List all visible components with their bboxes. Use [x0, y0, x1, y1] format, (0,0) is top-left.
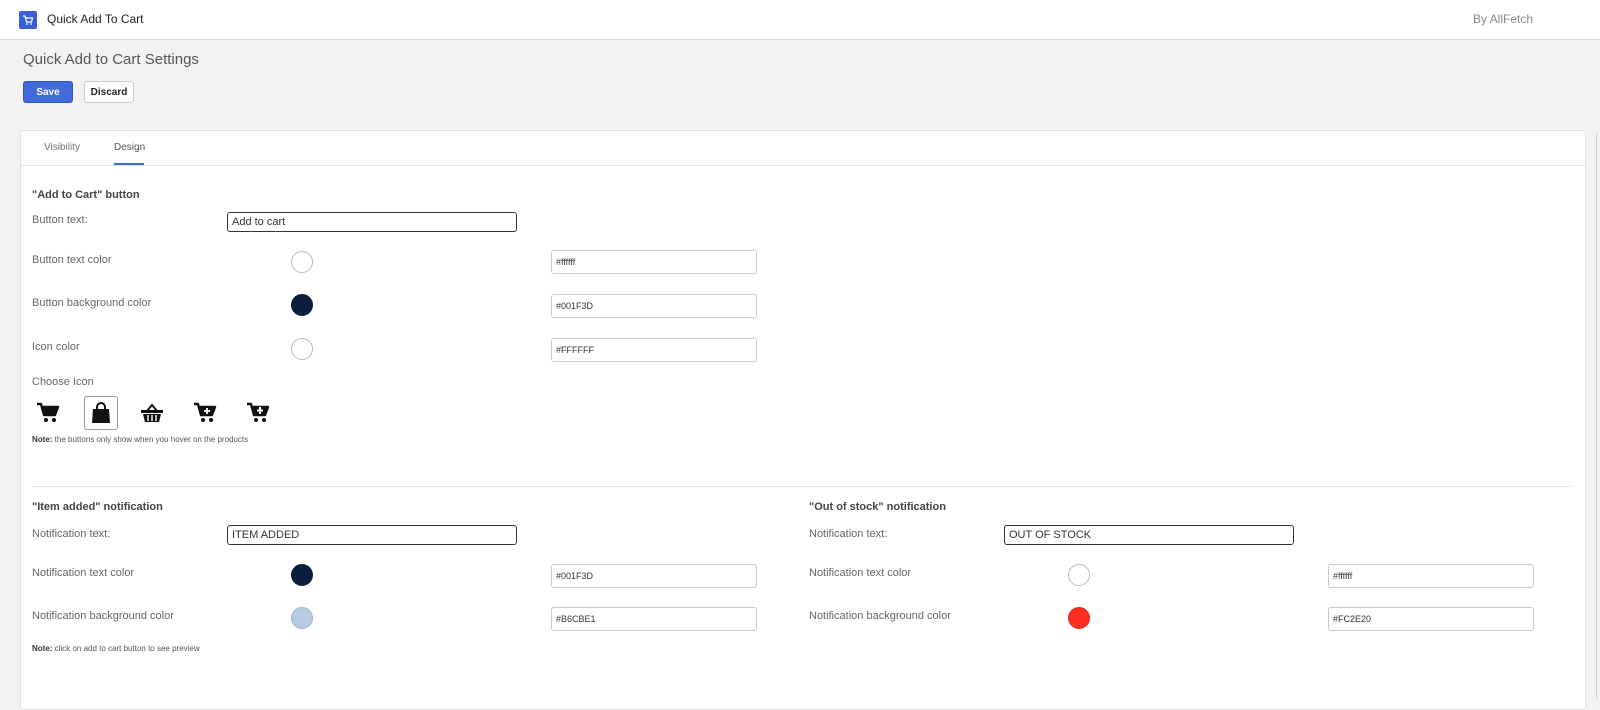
out-of-stock-bg-color-swatch[interactable]	[1068, 607, 1090, 629]
button-bg-color-swatch[interactable]	[291, 294, 313, 316]
tab-design[interactable]: Design	[114, 142, 145, 153]
app-title: Quick Add To Cart	[47, 12, 144, 26]
preview-note: Note: click on add to cart button to see…	[32, 644, 200, 653]
shopping-bag-icon[interactable]	[84, 396, 118, 430]
out-of-stock-bg-color-input[interactable]	[1328, 607, 1534, 631]
out-of-stock-text-color-label: Notification text color	[809, 567, 912, 579]
out-of-stock-text-color-input[interactable]	[1328, 564, 1534, 588]
out-of-stock-section-title: "Out of stock" notification	[809, 501, 946, 513]
item-added-text-input[interactable]	[227, 525, 517, 545]
by-allfetch-link[interactable]: By AllFetch	[1473, 12, 1533, 26]
item-added-bg-color-label: Notification background color	[32, 610, 174, 622]
item-added-text-color-input[interactable]	[551, 564, 757, 588]
out-of-stock-text-input[interactable]	[1004, 525, 1294, 545]
button-text-label: Button text:	[32, 214, 88, 226]
basket-icon[interactable]	[135, 396, 169, 430]
top-bar: Quick Add To Cart By AllFetch	[0, 0, 1600, 40]
settings-card: Visibility Design "Add to Cart" button B…	[20, 130, 1586, 710]
choose-icon-label: Choose Icon	[32, 376, 94, 388]
cart-icon[interactable]	[31, 396, 65, 430]
tab-bar: Visibility Design	[21, 131, 1585, 166]
item-added-bg-color-swatch[interactable]	[291, 607, 313, 629]
item-added-section-title: "Item added" notification	[32, 501, 163, 513]
button-text-color-label: Button text color	[32, 254, 112, 266]
scrollbar-track[interactable]	[1596, 133, 1597, 699]
cart-plus-icon[interactable]	[188, 396, 222, 430]
button-text-input[interactable]	[227, 212, 517, 232]
note-text: click on add to cart button to see previ…	[52, 644, 200, 653]
icon-color-input[interactable]	[551, 338, 757, 362]
add-to-cart-section-title: "Add to Cart" button	[32, 189, 140, 201]
button-bg-color-label: Button background color	[32, 297, 152, 309]
button-text-color-swatch[interactable]	[291, 251, 313, 273]
item-added-text-color-label: Notification text color	[32, 567, 135, 579]
hover-note: Note: the buttons only show when you hov…	[32, 435, 248, 444]
discard-button[interactable]: Discard	[84, 81, 134, 103]
section-divider	[32, 486, 1572, 487]
item-added-text-label: Notification text:	[32, 528, 111, 540]
icon-color-swatch[interactable]	[291, 338, 313, 360]
item-added-bg-color-input[interactable]	[551, 607, 757, 631]
out-of-stock-text-label: Notification text:	[809, 528, 888, 540]
icon-color-label: Icon color	[32, 341, 80, 353]
cart-logo-icon	[19, 11, 37, 29]
button-text-color-input[interactable]	[551, 250, 757, 274]
note-text: the buttons only show when you hover on …	[52, 435, 249, 444]
button-bg-color-input[interactable]	[551, 294, 757, 318]
note-bold: Note:	[32, 644, 53, 653]
out-of-stock-text-color-swatch[interactable]	[1068, 564, 1090, 586]
tab-visibility[interactable]: Visibility	[44, 142, 80, 153]
item-added-text-color-swatch[interactable]	[291, 564, 313, 586]
active-tab-indicator	[114, 163, 144, 165]
cart-plus-alt-icon[interactable]	[241, 396, 275, 430]
save-button[interactable]: Save	[23, 81, 73, 103]
note-bold: Note:	[32, 435, 53, 444]
page-title: Quick Add to Cart Settings	[23, 51, 199, 68]
out-of-stock-bg-color-label: Notification background color	[809, 610, 951, 622]
